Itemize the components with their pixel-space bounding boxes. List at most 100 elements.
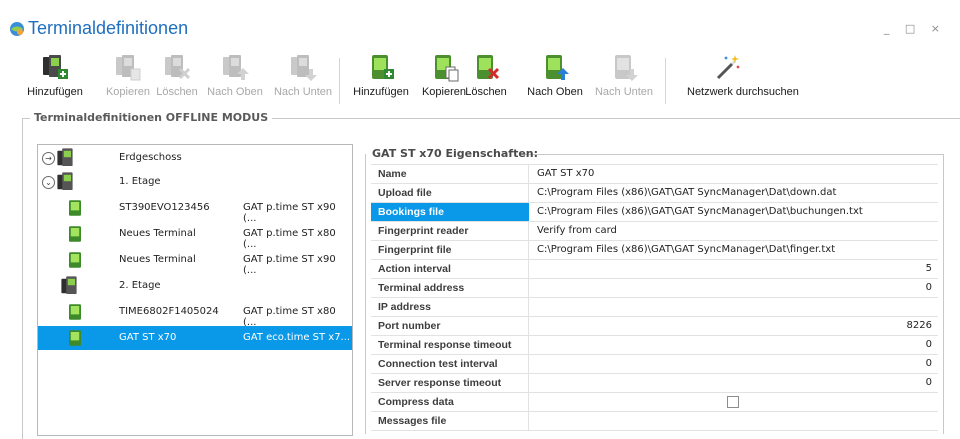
add-terminal-icon — [372, 55, 394, 79]
toolbar-button-label: Nach Unten — [594, 86, 654, 98]
property-row-name[interactable]: Name GAT ST x70 — [371, 165, 938, 184]
property-key: Connection test interval — [371, 355, 529, 373]
tree-terminal-row[interactable]: Neues Terminal GAT p.time ST x80 (... — [38, 222, 352, 250]
properties-title: GAT ST x70 Eigenschaften: — [372, 147, 539, 160]
property-key: Terminal response timeout — [371, 336, 529, 354]
property-value[interactable]: 0 — [531, 336, 938, 354]
property-row-bookings-file[interactable]: Bookings file C:\Program Files (x86)\GAT\… — [371, 203, 938, 222]
property-key: Terminal address — [371, 279, 529, 297]
collapse-icon[interactable]: ⌄ — [42, 176, 55, 189]
property-value[interactable]: C:\Program Files (x86)\GAT\GAT SyncManag… — [531, 203, 938, 221]
add-group-icon — [43, 55, 68, 79]
toolbar-separator — [665, 58, 666, 104]
expand-icon[interactable]: → — [42, 152, 55, 165]
tree-item-name: 1. Etage — [119, 176, 161, 187]
tree-item-name: ST390EVO123456 — [119, 202, 210, 213]
toolbar-button-nach-unten[interactable]: Nach Unten — [263, 52, 343, 98]
property-row-ip-address[interactable]: IP address — [371, 298, 938, 317]
toolbar-button-label: Hinzufügen — [27, 86, 83, 98]
tree-terminal-row[interactable]: GAT ST x70 GAT eco.time ST x7... — [38, 326, 352, 350]
property-key: Server response timeout — [371, 374, 529, 392]
property-row-connection-test-interval[interactable]: Connection test interval 0 — [371, 355, 938, 374]
property-value[interactable]: 0 — [531, 279, 938, 297]
tree-item-type: GAT p.time ST x90 (... — [243, 254, 336, 276]
property-row-compress-data[interactable]: Compress data — [371, 393, 938, 412]
terminal-icon — [69, 252, 81, 268]
property-row-server-response-timeout[interactable]: Server response timeout 0 — [371, 374, 938, 393]
magic-wand-icon — [716, 55, 740, 80]
toolbar-button-label: Löschen — [465, 86, 507, 98]
property-row-fingerprint-reader[interactable]: Fingerprint reader Verify from card — [371, 222, 938, 241]
property-value[interactable]: Verify from card — [531, 222, 938, 240]
property-value[interactable]: 0 — [531, 374, 938, 392]
tree-item-name: Neues Terminal — [119, 254, 196, 265]
tree-item-type: GAT p.time ST x80 (... — [243, 228, 336, 250]
tree-terminal-row[interactable]: ST390EVO123456 GAT p.time ST x90 (... — [38, 196, 352, 224]
props-frame-top — [520, 154, 943, 155]
property-key: Port number — [371, 317, 529, 335]
property-value[interactable] — [531, 298, 938, 316]
terminal-group-icon — [57, 148, 73, 166]
property-value[interactable]: 0 — [531, 355, 938, 373]
tree-group-row[interactable]: 2. Etage — [38, 274, 352, 298]
terminal-icon — [69, 226, 81, 242]
toolbar-button-label: Nach Oben — [527, 86, 583, 98]
toolbar-button-netzwerk-durchsuchen[interactable]: Netzwerk durchsuchen — [687, 52, 799, 98]
terminal-tree[interactable]: → Erdgeschoss ⌄ 1. Etage ST390EVO123456 GAT p… — [37, 144, 353, 436]
tree-item-name: Neues Terminal — [119, 228, 196, 239]
toolbar-button-label: Nach Unten — [273, 86, 333, 98]
property-row-upload-file[interactable]: Upload file C:\Program Files (x86)\GAT\GA… — [371, 184, 938, 203]
property-value[interactable]: C:\Program Files (x86)\GAT\GAT SyncManag… — [531, 184, 938, 202]
delete-group-icon — [165, 55, 191, 80]
toolbar-separator — [339, 58, 340, 104]
property-value[interactable]: 5 — [531, 260, 938, 278]
tree-group-row[interactable]: ⌄ 1. Etage — [38, 170, 352, 194]
property-key: Action interval — [371, 260, 529, 278]
property-row-fingerprint-file[interactable]: Fingerprint file C:\Program Files (x86)\G… — [371, 241, 938, 260]
terminal-group-icon — [57, 172, 73, 190]
property-key: Messages file — [371, 412, 529, 430]
terminal-group-icon — [61, 276, 77, 294]
property-row-terminal-address[interactable]: Terminal address 0 — [371, 279, 938, 298]
property-key: Compress data — [371, 393, 529, 411]
terminal-icon — [69, 330, 81, 346]
property-row-action-interval[interactable]: Action interval 5 — [371, 260, 938, 279]
property-value[interactable]: 8226 — [531, 317, 938, 335]
tree-item-name: Erdgeschoss — [119, 152, 182, 163]
group-title: Terminaldefinitionen OFFLINE MODUS — [30, 111, 273, 124]
property-value[interactable] — [531, 412, 938, 430]
move-down-terminal-icon — [615, 55, 638, 81]
toolbar-button-label: Netzwerk durchsuchen — [687, 86, 799, 98]
property-value[interactable]: GAT ST x70 — [531, 165, 938, 183]
globe-icon — [10, 22, 24, 36]
property-row-terminal-response-timeout[interactable]: Terminal response timeout 0 — [371, 336, 938, 355]
tree-item-name: TIME6802F1405024 — [119, 306, 219, 317]
tree-item-name: GAT ST x70 — [119, 332, 177, 343]
terminal-icon — [69, 200, 81, 216]
delete-terminal-icon — [477, 55, 500, 80]
property-row-port-number[interactable]: Port number 8226 — [371, 317, 938, 336]
tree-terminal-row[interactable]: TIME6802F1405024 GAT p.time ST x80 (... — [38, 300, 352, 328]
compress-data-checkbox[interactable] — [727, 396, 739, 408]
tree-terminal-row[interactable]: Neues Terminal GAT p.time ST x90 (... — [38, 248, 352, 276]
props-frame-right — [943, 154, 944, 434]
property-row-messages-file[interactable]: Messages file — [371, 412, 938, 431]
property-key: Fingerprint file — [371, 241, 529, 259]
toolbar-button-nach-oben[interactable]: Nach Oben — [515, 52, 595, 98]
tree-item-type: GAT p.time ST x90 (... — [243, 202, 336, 224]
window-controls[interactable]: _ □ × — [884, 22, 946, 35]
property-value[interactable]: C:\Program Files (x86)\GAT\GAT SyncManag… — [531, 241, 938, 259]
toolbar-button-löschen[interactable]: Löschen — [446, 52, 526, 98]
tree-group-row[interactable]: → Erdgeschoss — [38, 146, 352, 170]
tree-item-type: GAT eco.time ST x7... — [243, 332, 351, 343]
property-key: Bookings file — [371, 203, 529, 221]
toolbar-button-nach-unten[interactable]: Nach Unten — [584, 52, 664, 98]
properties-grid[interactable]: Name GAT ST x70 Upload file C:\Program File… — [371, 164, 938, 431]
props-frame-left — [365, 154, 366, 434]
property-key: Name — [371, 165, 529, 183]
window-title: Terminaldefinitionen — [28, 18, 189, 38]
property-key: Upload file — [371, 184, 529, 202]
property-value[interactable] — [531, 393, 938, 411]
toolbar-button-hinzufügen[interactable]: Hinzufügen — [15, 52, 95, 98]
move-up-group-icon — [223, 55, 249, 80]
